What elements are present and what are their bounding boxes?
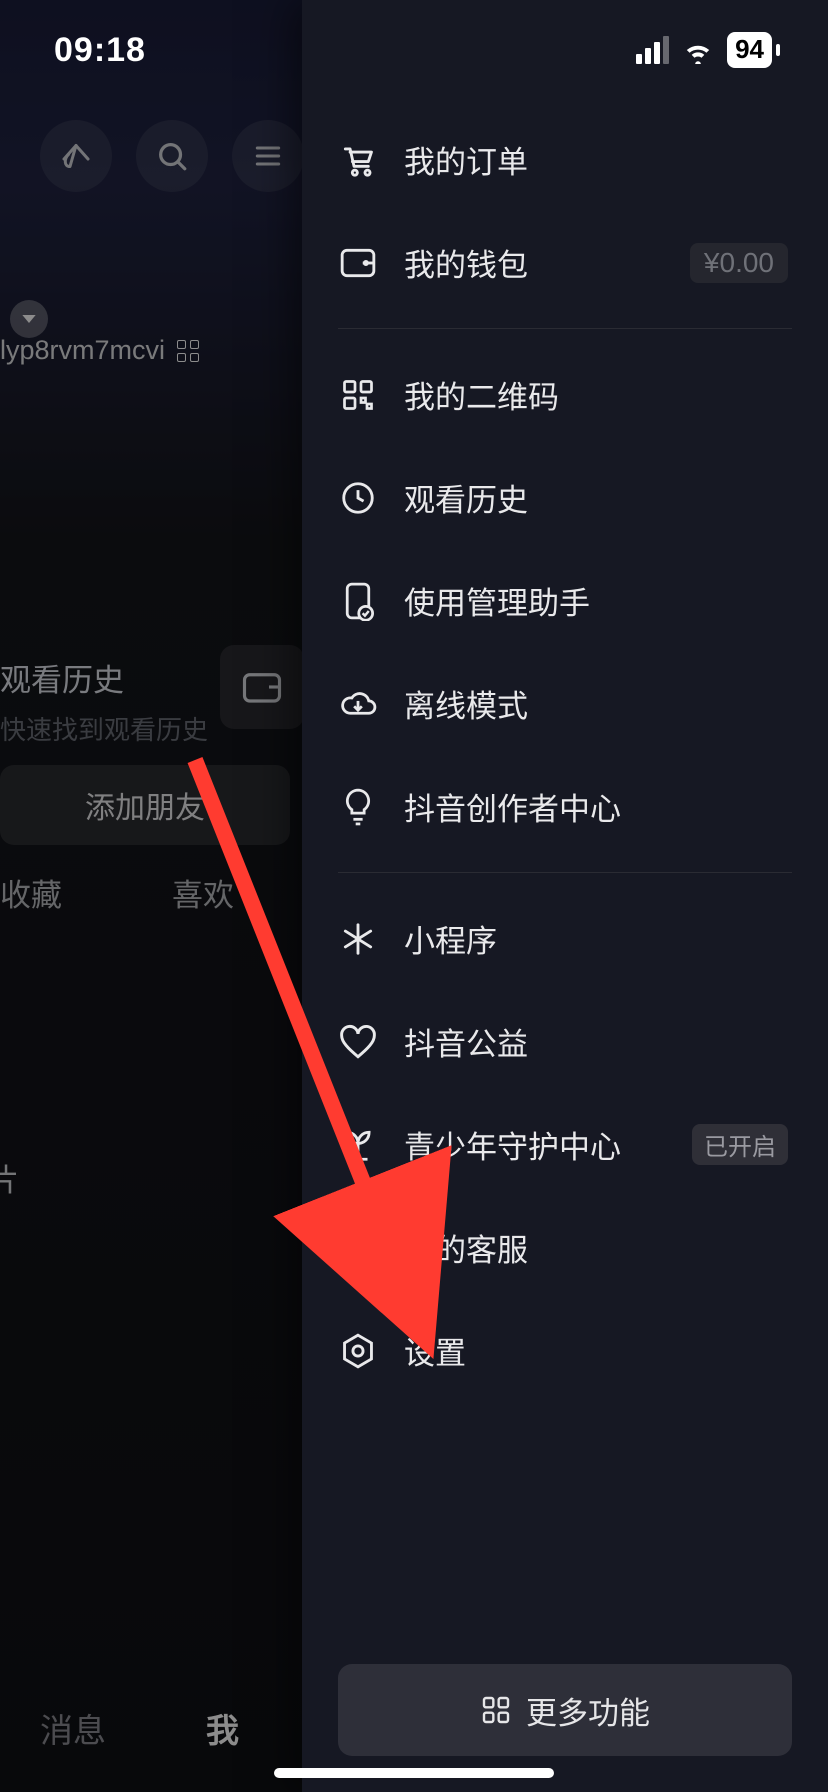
menu-youth-protection[interactable]: 青少年守护中心 已开启 xyxy=(302,1093,828,1196)
user-id-text: lyp8rvm7mcvi xyxy=(0,335,165,366)
heart-icon xyxy=(338,1022,378,1062)
battery-level: 94 xyxy=(727,32,772,67)
menu-my-wallet-label: 我的钱包 xyxy=(404,240,690,285)
bulb-icon xyxy=(338,787,378,827)
phone-check-icon xyxy=(338,581,378,621)
fragment-text: 片 xyxy=(0,1155,19,1200)
tab-like[interactable]: 喜欢 xyxy=(172,870,234,915)
cloud-download-icon xyxy=(338,684,378,724)
battery-indicator: 94 xyxy=(727,32,780,67)
tab-collect[interactable]: 收藏 xyxy=(0,870,62,915)
add-friend-label: 添加朋友 xyxy=(85,783,205,827)
hamburger-icon xyxy=(252,140,284,172)
menu-my-qr[interactable]: 我的二维码 xyxy=(302,343,828,446)
menu-my-orders[interactable]: 我的订单 xyxy=(302,108,828,211)
side-drawer: 我的订单 我的钱包 ¥0.00 我的二维码 xyxy=(302,0,828,1792)
menu-my-orders-label: 我的订单 xyxy=(404,137,788,182)
bg-wallet-button[interactable] xyxy=(220,645,304,729)
menu-customer-service-label: 我的客服 xyxy=(404,1225,788,1270)
menu-usage-assistant[interactable]: 使用管理助手 xyxy=(302,549,828,652)
signal-icon xyxy=(636,36,669,64)
headset-icon xyxy=(338,1228,378,1268)
status-time: 09:18 xyxy=(54,31,146,70)
spark-icon xyxy=(338,919,378,959)
menu-charity-label: 抖音公益 xyxy=(404,1019,788,1064)
nav-messages[interactable]: 消息 xyxy=(40,1704,106,1752)
menu-creator-center-label: 抖音创作者中心 xyxy=(404,784,788,829)
menu-mini-programs-label: 小程序 xyxy=(404,916,788,961)
wallet-icon xyxy=(241,668,283,706)
home-indicator xyxy=(274,1768,554,1778)
menu-usage-assistant-label: 使用管理助手 xyxy=(404,578,788,623)
qr-icon xyxy=(338,375,378,415)
divider xyxy=(338,328,792,329)
search-button[interactable] xyxy=(136,120,208,192)
wallet-balance: ¥0.00 xyxy=(690,243,788,283)
status-bar: 09:18 94 xyxy=(0,0,828,100)
menu-youth-protection-label: 青少年守护中心 xyxy=(404,1122,680,1167)
wallet-icon xyxy=(338,243,378,283)
share-button[interactable] xyxy=(40,120,112,192)
menu-watch-history-label: 观看历史 xyxy=(404,475,788,520)
youth-enabled-badge: 已开启 xyxy=(692,1124,788,1165)
menu-creator-center[interactable]: 抖音创作者中心 xyxy=(302,755,828,858)
user-id-row[interactable]: lyp8rvm7mcvi xyxy=(0,335,201,366)
qr-code-icon xyxy=(177,340,201,362)
nav-me[interactable]: 我 xyxy=(206,1704,239,1752)
share-icon xyxy=(58,138,94,174)
gear-icon xyxy=(338,1331,378,1371)
menu-mini-programs[interactable]: 小程序 xyxy=(302,887,828,990)
chevron-down-icon xyxy=(21,313,37,325)
add-friend-button[interactable]: 添加朋友 xyxy=(0,765,290,845)
more-features-label: 更多功能 xyxy=(526,1688,650,1733)
menu-charity[interactable]: 抖音公益 xyxy=(302,990,828,1093)
sprout-icon xyxy=(338,1125,378,1165)
menu-button[interactable] xyxy=(232,120,304,192)
bottom-nav: 消息 我 xyxy=(0,1704,239,1752)
profile-tabs: 收藏 喜欢 xyxy=(0,870,234,915)
wifi-icon xyxy=(681,36,715,64)
clock-icon xyxy=(338,478,378,518)
dropdown-toggle[interactable] xyxy=(10,300,48,338)
menu-settings[interactable]: 设置 xyxy=(302,1299,828,1402)
menu-my-qr-label: 我的二维码 xyxy=(404,372,788,417)
menu-offline-mode[interactable]: 离线模式 xyxy=(302,652,828,755)
menu-offline-mode-label: 离线模式 xyxy=(404,681,788,726)
search-icon xyxy=(155,139,189,173)
menu-my-wallet[interactable]: 我的钱包 ¥0.00 xyxy=(302,211,828,314)
cart-icon xyxy=(338,140,378,180)
menu-settings-label: 设置 xyxy=(404,1328,788,1373)
menu-customer-service[interactable]: 我的客服 xyxy=(302,1196,828,1299)
menu-watch-history[interactable]: 观看历史 xyxy=(302,446,828,549)
grid-icon xyxy=(480,1694,512,1726)
divider xyxy=(338,872,792,873)
more-features-button[interactable]: 更多功能 xyxy=(338,1664,792,1756)
